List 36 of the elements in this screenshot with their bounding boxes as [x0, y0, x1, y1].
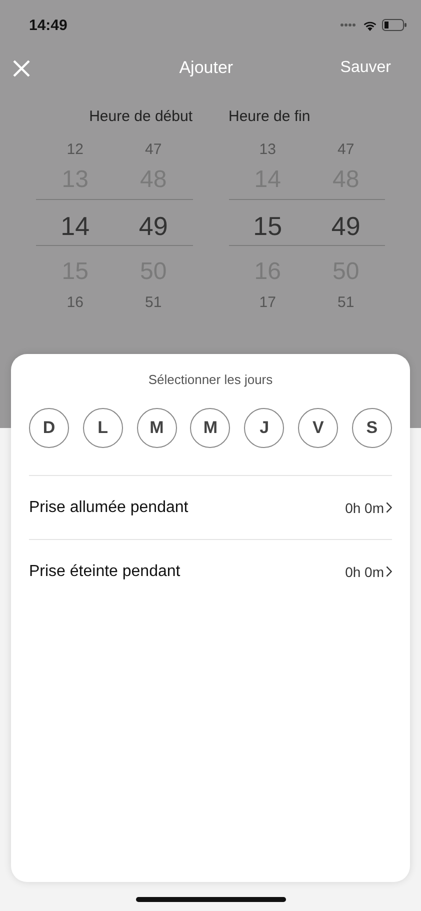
wheel-value[interactable]: 14	[60, 203, 90, 249]
close-button[interactable]	[11, 58, 32, 78]
duration-button[interactable]: 0h 0m	[345, 500, 392, 516]
wheel-value[interactable]: 49	[138, 203, 168, 249]
duration-button[interactable]: 0h 0m	[345, 564, 392, 580]
day-toggle[interactable]: D	[29, 408, 69, 448]
day-toggle[interactable]: J	[244, 408, 284, 448]
row-label: Prise éteinte pendant	[29, 562, 180, 580]
wheel-value[interactable]: 49	[331, 203, 360, 249]
chevron-icon	[386, 502, 392, 513]
screen-title: Ajouter	[179, 58, 234, 78]
sheet-title: Sélectionner les jours	[147, 372, 274, 387]
status-time: 14:49	[29, 16, 68, 34]
wheel-value[interactable]: 47	[338, 142, 354, 157]
day-toggle[interactable]: L	[82, 408, 123, 448]
wheel-value[interactable]: 12	[66, 142, 84, 157]
save-button[interactable]: Sauver	[340, 59, 391, 77]
wheel-value[interactable]: 16	[66, 295, 84, 310]
wheel-value[interactable]: 51	[145, 295, 162, 310]
wheel-value[interactable]: 15	[253, 203, 282, 249]
day-toggle[interactable]: M	[190, 408, 230, 448]
signal-icon	[340, 23, 358, 27]
wifi-icon	[363, 20, 377, 30]
picker-label: Heure de début	[88, 108, 192, 127]
chevron-icon	[386, 566, 392, 577]
wheel-value[interactable]: 47	[145, 142, 162, 157]
wheel-value[interactable]: 13	[259, 142, 276, 157]
day-toggle[interactable]: M	[136, 408, 177, 448]
row-label: Prise allumée pendant	[29, 498, 188, 516]
wheel-value[interactable]: 51	[338, 295, 354, 310]
close-icon	[13, 60, 30, 76]
picker-label: Heure de fin	[228, 108, 312, 127]
wheel-value[interactable]: 17	[259, 295, 276, 310]
day-toggle[interactable]: V	[298, 408, 338, 448]
day-toggle[interactable]: S	[352, 408, 392, 448]
battery-icon	[382, 19, 407, 31]
